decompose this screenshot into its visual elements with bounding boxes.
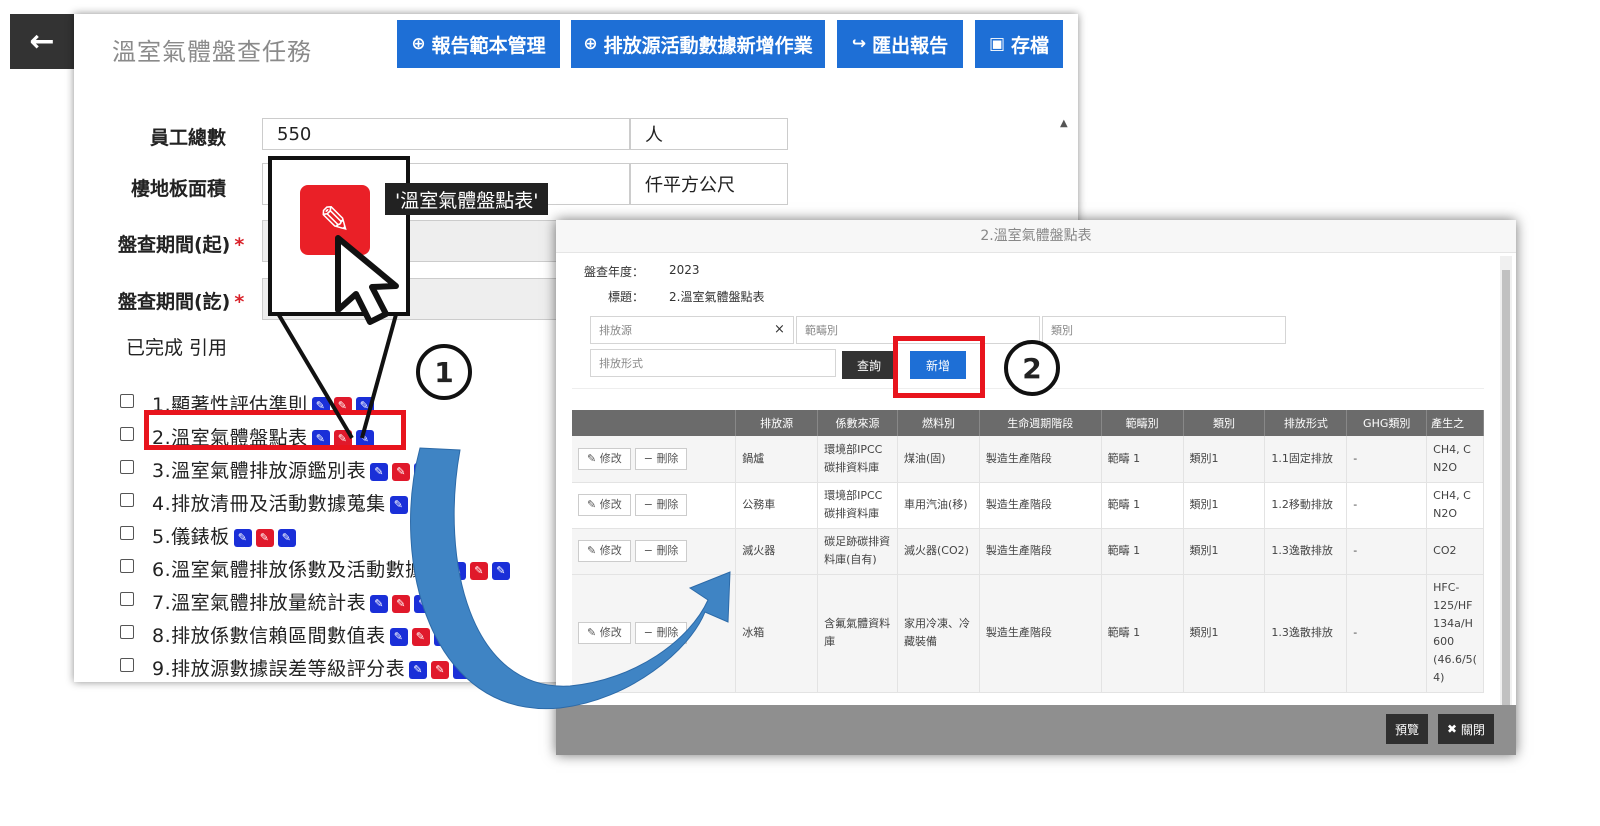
flow-arrow-icon [410,447,731,710]
